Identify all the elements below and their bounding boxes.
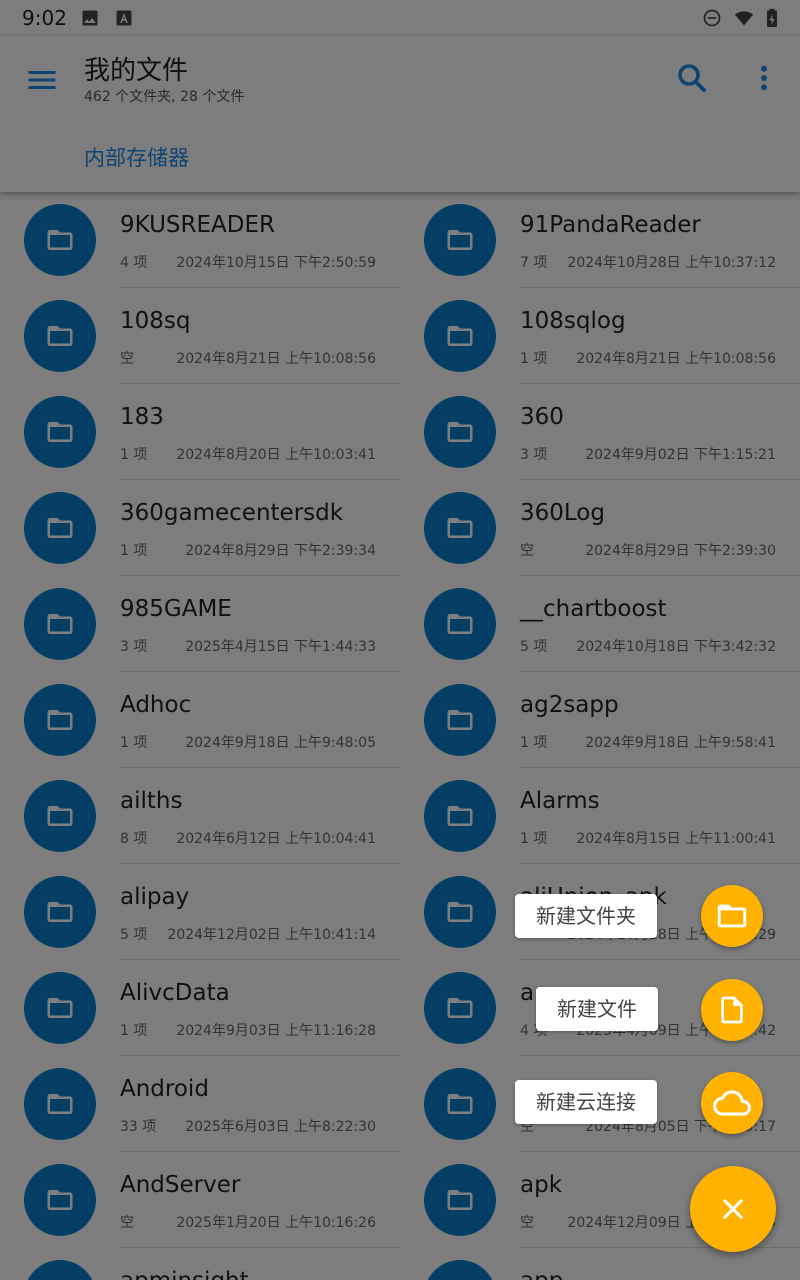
close-speed-dial-button[interactable]	[690, 1166, 776, 1252]
file-outline-icon	[721, 996, 743, 1024]
cloud-outline-icon	[713, 1090, 751, 1116]
close-icon	[723, 1199, 743, 1219]
new-folder-button[interactable]	[701, 885, 763, 947]
new-cloud-label[interactable]: 新建云连接	[515, 1080, 657, 1124]
new-file-button[interactable]	[701, 979, 763, 1041]
scrim-overlay[interactable]	[0, 0, 800, 1280]
new-file-label[interactable]: 新建文件	[536, 987, 658, 1031]
new-folder-label[interactable]: 新建文件夹	[515, 894, 657, 938]
new-cloud-button[interactable]	[701, 1072, 763, 1134]
folder-outline-icon	[717, 904, 747, 928]
